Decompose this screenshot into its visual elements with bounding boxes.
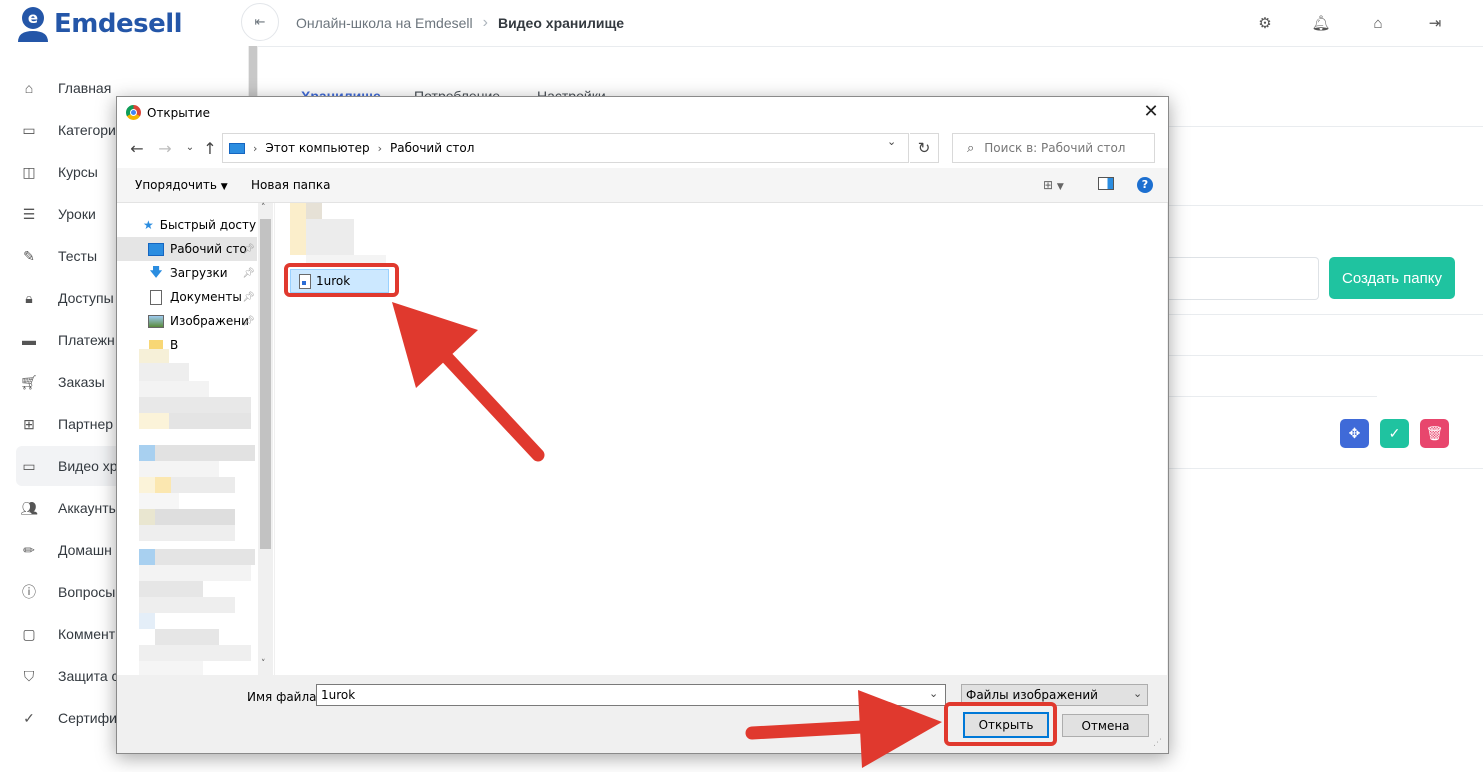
- annotation-arrows: [392, 302, 942, 768]
- arrow-to-open-button-icon: [745, 690, 942, 768]
- arrow-to-file-icon: [392, 302, 545, 462]
